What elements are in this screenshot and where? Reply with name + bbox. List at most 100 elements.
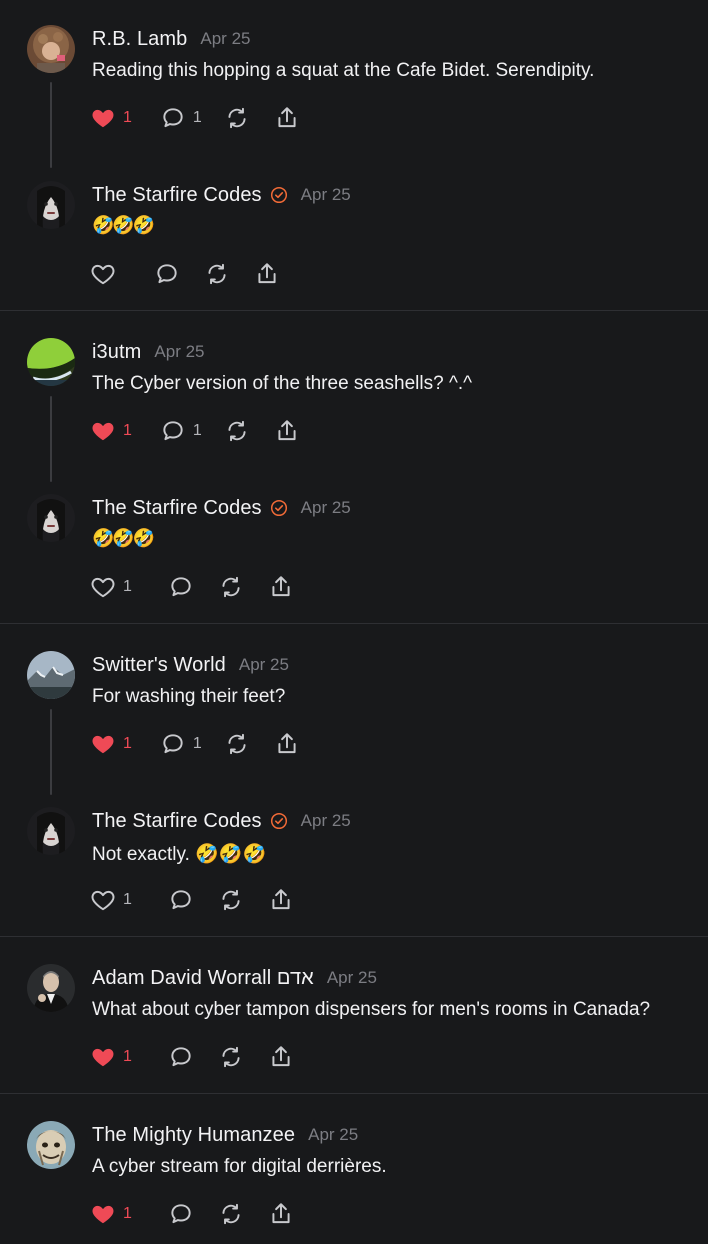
reply-button[interactable] — [168, 573, 194, 601]
divider — [0, 310, 708, 311]
reply-button[interactable] — [168, 1043, 194, 1071]
like-button[interactable] — [90, 260, 116, 288]
avatar[interactable] — [27, 807, 75, 855]
verified-badge-icon — [270, 186, 288, 204]
avatar[interactable] — [27, 651, 75, 699]
post-header: The Starfire Codes Apr 25 — [92, 808, 351, 834]
post-text: 🤣🤣🤣 — [92, 215, 155, 235]
post-actions: 1 — [90, 573, 294, 601]
thread-line — [50, 709, 52, 795]
author-name[interactable]: Switter's World — [92, 654, 226, 677]
repost-button[interactable] — [218, 1043, 244, 1071]
avatar-image — [27, 338, 75, 386]
share-button[interactable] — [254, 260, 280, 288]
repost-button[interactable] — [224, 417, 250, 445]
comment-icon — [163, 734, 183, 754]
repost-icon — [228, 107, 246, 129]
post-date: Apr 25 — [308, 1125, 359, 1144]
post-date: Apr 25 — [300, 185, 351, 204]
share-icon — [272, 576, 290, 597]
repost-button[interactable] — [224, 730, 250, 758]
author-name[interactable]: The Starfire Codes — [92, 810, 262, 833]
reply-button[interactable]: 1 — [160, 730, 202, 758]
repost-button[interactable] — [218, 573, 244, 601]
verified-badge-icon — [270, 499, 288, 517]
reply-button[interactable] — [168, 1200, 194, 1228]
avatar[interactable] — [27, 181, 75, 229]
avatar-image — [27, 494, 75, 542]
post-text: What about cyber tampon dispensers for m… — [92, 999, 651, 1020]
heart-filled-icon — [92, 735, 114, 754]
divider — [0, 623, 708, 624]
reply-count: 1 — [192, 422, 202, 439]
like-button[interactable]: 1 — [90, 104, 132, 132]
reply-feed: R.B. Lamb Apr 25 Reading this hopping a … — [0, 0, 708, 1244]
repost-icon — [222, 1203, 240, 1225]
post-actions: 1 1 — [90, 417, 300, 445]
post-header: The Starfire Codes Apr 25 — [92, 182, 351, 208]
share-button[interactable] — [268, 573, 294, 601]
like-button[interactable]: 1 — [90, 1200, 132, 1228]
author-name[interactable]: Adam David Worrall אדם — [92, 967, 314, 990]
post-actions: 1 — [90, 1043, 294, 1071]
share-button[interactable] — [274, 730, 300, 758]
like-count: 1 — [123, 109, 132, 126]
like-button[interactable]: 1 — [90, 730, 132, 758]
heart-filled-icon — [92, 1205, 114, 1224]
share-button[interactable] — [274, 104, 300, 132]
avatar[interactable] — [27, 494, 75, 542]
post-date: Apr 25 — [200, 29, 251, 48]
share-button[interactable] — [268, 1043, 294, 1071]
reply-button[interactable]: 1 — [160, 104, 202, 132]
share-icon — [278, 733, 296, 754]
like-button[interactable]: 1 — [90, 573, 132, 601]
verified-badge-icon — [270, 812, 288, 830]
comment-icon — [171, 1047, 191, 1067]
like-count: 1 — [123, 891, 132, 908]
repost-button[interactable] — [218, 1200, 244, 1228]
like-count: 1 — [123, 1205, 132, 1222]
divider — [0, 1093, 708, 1094]
reply-count: 1 — [192, 109, 202, 126]
author-name[interactable]: The Starfire Codes — [92, 497, 262, 520]
post-actions: 1 — [90, 886, 294, 914]
repost-button[interactable] — [204, 260, 230, 288]
reply-button[interactable] — [168, 886, 194, 914]
author-name[interactable]: The Mighty Humanzee — [92, 1124, 295, 1147]
like-count: 1 — [123, 578, 132, 595]
share-button[interactable] — [268, 1200, 294, 1228]
reply-button[interactable]: 1 — [160, 417, 202, 445]
post-text: A cyber stream for digital derrières. — [92, 1156, 387, 1177]
thread-line — [50, 396, 52, 482]
post-date: Apr 25 — [300, 498, 351, 517]
avatar[interactable] — [27, 25, 75, 73]
reply-button[interactable] — [154, 260, 180, 288]
comment-icon — [171, 890, 191, 910]
post-date: Apr 25 — [300, 811, 351, 830]
share-button[interactable] — [274, 417, 300, 445]
share-button[interactable] — [268, 886, 294, 914]
post-text: The Cyber version of the three seashells… — [92, 373, 473, 394]
post-header: The Starfire Codes Apr 25 — [92, 495, 351, 521]
repost-icon — [222, 889, 240, 911]
avatar[interactable] — [27, 964, 75, 1012]
post-header: Switter's World Apr 25 — [92, 652, 289, 678]
author-name[interactable]: R.B. Lamb — [92, 28, 187, 51]
avatar-image — [27, 964, 75, 1012]
like-button[interactable]: 1 — [90, 417, 132, 445]
repost-button[interactable] — [218, 886, 244, 914]
avatar[interactable] — [27, 1121, 75, 1169]
author-name[interactable]: i3utm — [92, 341, 141, 364]
comment-icon — [157, 264, 177, 284]
repost-button[interactable] — [224, 104, 250, 132]
author-name[interactable]: The Starfire Codes — [92, 184, 262, 207]
post-text: For washing their feet? — [92, 686, 286, 707]
like-button[interactable]: 1 — [90, 1043, 132, 1071]
comment-icon — [171, 577, 191, 597]
post-date: Apr 25 — [326, 968, 377, 987]
post-text: Not exactly. 🤣🤣🤣 — [92, 844, 267, 865]
like-button[interactable]: 1 — [90, 886, 132, 914]
heart-filled-icon — [92, 109, 114, 128]
avatar[interactable] — [27, 338, 75, 386]
comment-icon — [163, 108, 183, 128]
